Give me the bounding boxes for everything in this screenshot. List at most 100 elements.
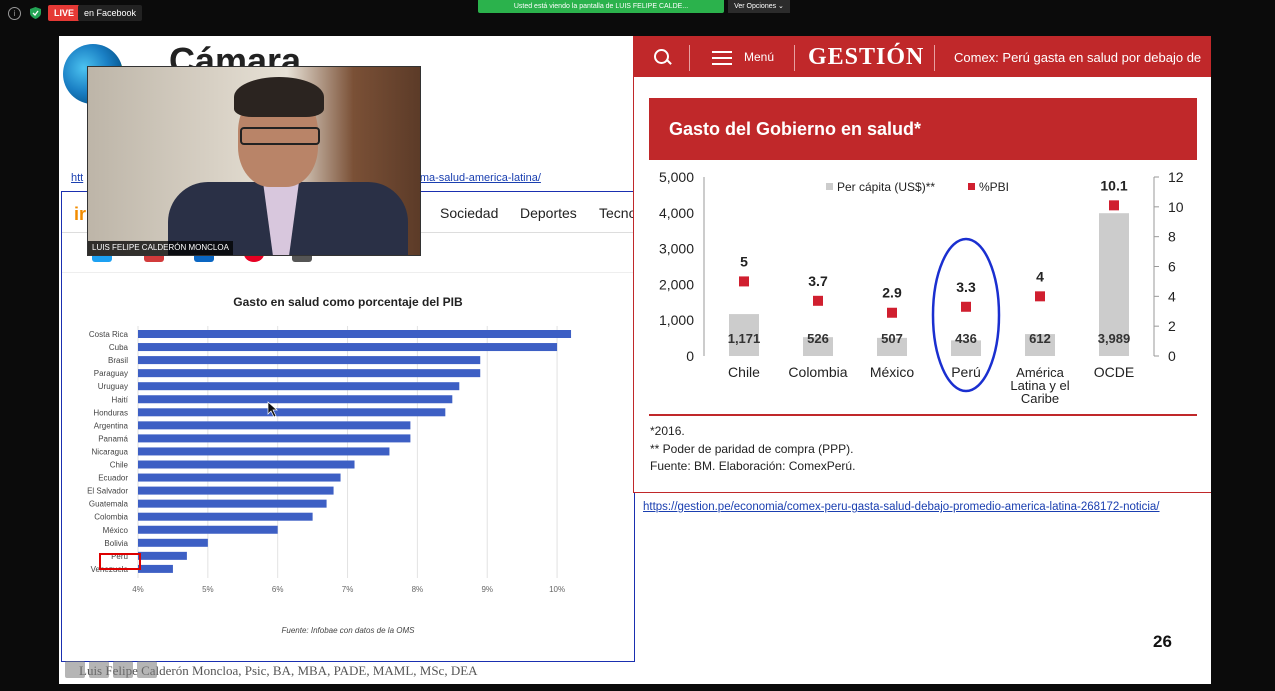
y-right-tick-label: 12: [1168, 169, 1184, 185]
nav-item-tecno[interactable]: Tecno: [599, 205, 634, 221]
y-left-tick-label: 0: [686, 348, 694, 364]
note-source: Fuente: BM. Elaboración: ComexPerú.: [650, 459, 856, 473]
view-options-label: Ver Opciones: [734, 3, 777, 10]
pbi-value-label: 10.1: [1100, 177, 1127, 193]
speaker-name: LUIS FELIPE CALDERÓN MONCLOA: [88, 241, 233, 255]
header-divider: [689, 45, 690, 71]
y-left-tick-label: 3,000: [659, 241, 694, 257]
category-label: México: [870, 364, 915, 380]
prev-slide-icon[interactable]: [65, 661, 85, 678]
bar: [138, 564, 173, 573]
speaker-hair: [234, 77, 324, 117]
y-left-tick-label: 2,000: [659, 276, 694, 292]
header-divider: [934, 45, 935, 71]
bar: [138, 434, 411, 443]
bar-value-label: 507: [881, 331, 903, 346]
gestion-combo-chart: 0 1,000 2,000 3,000 4,000 5,000 0 2 4 6 8 10 12 Per c…: [659, 169, 1184, 406]
gestion-chart-title: Gasto del Gobierno en salud*: [669, 119, 922, 139]
pen-icon[interactable]: [89, 661, 109, 678]
category-label: Ecuador: [98, 474, 128, 483]
category-label: Chile: [110, 461, 129, 470]
category-label: Chile: [728, 364, 760, 380]
bar-value-label: 1,171: [728, 331, 761, 346]
menu-label[interactable]: Menú: [744, 50, 774, 64]
category-label: OCDE: [1094, 364, 1134, 380]
pbi-marker: [1035, 291, 1045, 302]
pbi-value-label: 4: [1036, 268, 1044, 284]
y-right-tick-label: 10: [1168, 199, 1184, 215]
bar-value-label: 436: [955, 331, 977, 346]
speaker-video[interactable]: LUIS FELIPE CALDERÓN MONCLOA: [87, 66, 421, 256]
bar: [138, 499, 327, 508]
category-label: Argentina: [94, 421, 129, 430]
shield-icon[interactable]: [30, 7, 41, 19]
category-label: Bolivia: [104, 539, 128, 548]
bar: [138, 538, 208, 547]
x-tick-label: 8%: [412, 585, 424, 594]
x-tick-label: 10%: [549, 585, 565, 594]
slides-icon[interactable]: [113, 661, 133, 678]
infobae-chart-title: Gasto en salud como porcentaje del PIB: [233, 295, 463, 309]
y-left-tick-label: 5,000: [659, 169, 694, 185]
article-headline: Comex: Perú gasta en salud por debajo de: [954, 50, 1202, 65]
bar: [138, 486, 334, 495]
infobae-logo: ir: [74, 204, 87, 224]
pbi-marker: [887, 307, 897, 318]
chart-rule: [649, 414, 1197, 416]
live-destination[interactable]: en Facebook: [78, 5, 143, 21]
infobae-url-start: htt: [71, 172, 84, 184]
gestion-header: Menú GESTIÓN Comex: Perú gasta en salud …: [634, 37, 1211, 77]
legend-swatch: [968, 183, 975, 190]
bar: [138, 551, 187, 560]
y-right-tick-label: 8: [1168, 229, 1176, 245]
search-icon[interactable]: [654, 49, 669, 64]
legend-label: %PBI: [979, 180, 1009, 194]
category-label: Cuba: [109, 343, 129, 352]
y-right-tick-label: 4: [1168, 288, 1176, 304]
infobae-article: ir Sociedad Deportes Tecno Gasto en salu…: [61, 191, 635, 662]
category-label: Costa Rica: [89, 330, 129, 339]
x-tick-label: 7%: [342, 585, 354, 594]
y-left-tick-label: 4,000: [659, 205, 694, 221]
menu-icon[interactable]: [712, 51, 732, 65]
info-icon[interactable]: i: [8, 7, 21, 20]
gestion-url[interactable]: https://gestion.pe/economia/comex-peru-g…: [643, 501, 1160, 513]
category-label: Brasil: [108, 356, 128, 365]
category-label: Paraguay: [94, 369, 128, 378]
legend-label: Per cápita (US$)**: [837, 180, 935, 194]
speaker-glasses: [240, 127, 320, 145]
gestion-article: Menú GESTIÓN Comex: Perú gasta en salud …: [633, 36, 1211, 493]
pbi-value-label: 3.3: [956, 279, 976, 295]
peru-highlight-box: [99, 553, 141, 570]
bar: [138, 356, 481, 365]
live-badge[interactable]: LIVE: [48, 5, 81, 21]
pbi-value-label: 2.9: [882, 285, 902, 301]
bar: [138, 330, 572, 338]
shared-slide: Cámara htt ejor-sistema-salud-america-lat…: [59, 36, 1211, 684]
nav-item-sociedad[interactable]: Sociedad: [440, 205, 498, 221]
bar: [138, 525, 278, 534]
bar: [138, 512, 313, 521]
infobae-bar-chart: 4% 5% 6% 7% 8% 9% 10% Costa Rica Cuba Brasil Parag…: [87, 326, 572, 594]
x-tick-label: 4%: [132, 585, 144, 594]
bar-value-label: 526: [807, 331, 829, 346]
category-label: Haití: [112, 395, 129, 404]
y-right-tick-label: 6: [1168, 259, 1176, 275]
y-left-tick-label: 1,000: [659, 312, 694, 328]
bar: [138, 395, 453, 404]
view-options-button[interactable]: Ver Opciones ⌄: [728, 0, 790, 13]
nav-item-deportes[interactable]: Deportes: [520, 205, 577, 221]
bar: [138, 421, 411, 430]
x-tick-label: 9%: [481, 585, 493, 594]
category-label: Guatemala: [89, 500, 129, 509]
note-ppp: ** Poder de paridad de compra (PPP).: [650, 442, 854, 456]
next-slide-icon[interactable]: [137, 661, 157, 678]
gestion-logo[interactable]: GESTIÓN: [808, 44, 924, 71]
pbi-marker: [961, 301, 971, 312]
bar: [138, 369, 481, 378]
pbi-value-label: 5: [740, 253, 748, 269]
meeting-toolbar: i LIVE en Facebook Usted está viendo la …: [0, 0, 1275, 30]
category-label: Uruguay: [98, 382, 128, 391]
bar: [138, 447, 390, 456]
header-divider: [794, 45, 795, 71]
